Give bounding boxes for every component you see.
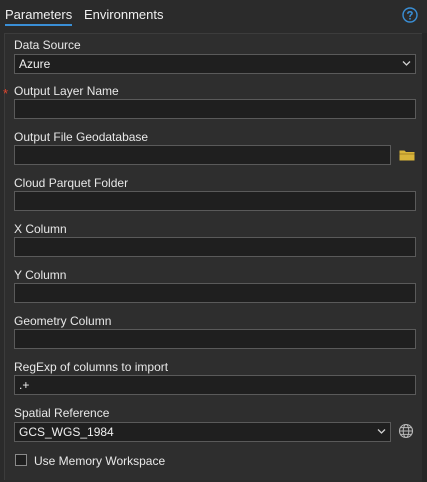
spatial-reference-label: Spatial Reference — [14, 406, 110, 420]
help-icon[interactable] — [402, 7, 418, 23]
geometry-column-input[interactable] — [14, 329, 416, 349]
cloud-parquet-folder-input[interactable] — [14, 191, 416, 211]
required-marker: * — [3, 86, 9, 101]
cloud-parquet-folder-label: Cloud Parquet Folder — [14, 176, 129, 190]
tab-bar: Parameters Environments — [0, 0, 427, 32]
output-file-gdb-label: Output File Geodatabase — [14, 130, 149, 144]
output-layer-name-input[interactable] — [14, 99, 416, 119]
tab-parameters[interactable]: Parameters — [5, 7, 73, 26]
x-column-label: X Column — [14, 222, 67, 236]
x-column-input[interactable] — [14, 237, 416, 257]
regexp-columns-label: RegExp of columns to import — [14, 360, 169, 374]
use-memory-workspace-checkbox[interactable] — [15, 454, 27, 466]
geometry-column-label: Geometry Column — [14, 314, 112, 328]
scrollbar-track[interactable] — [422, 33, 427, 482]
y-column-input[interactable] — [14, 283, 416, 303]
spatial-reference-value: GCS_WGS_1984 — [19, 425, 114, 439]
globe-icon[interactable] — [398, 423, 414, 439]
chevron-down-icon — [402, 61, 411, 66]
spatial-reference-select[interactable]: GCS_WGS_1984 — [14, 422, 391, 442]
regexp-columns-input[interactable] — [14, 375, 416, 395]
data-source-select[interactable]: Azure — [14, 54, 416, 74]
tab-environments[interactable]: Environments — [84, 7, 163, 22]
folder-icon[interactable] — [399, 149, 415, 161]
use-memory-workspace-label[interactable]: Use Memory Workspace — [34, 454, 165, 468]
data-source-value: Azure — [19, 57, 51, 71]
output-layer-name-label: Output Layer Name — [14, 84, 119, 98]
output-file-gdb-input[interactable] — [14, 145, 391, 165]
data-source-label: Data Source — [14, 38, 81, 52]
chevron-down-icon — [377, 429, 386, 434]
y-column-label: Y Column — [14, 268, 67, 282]
